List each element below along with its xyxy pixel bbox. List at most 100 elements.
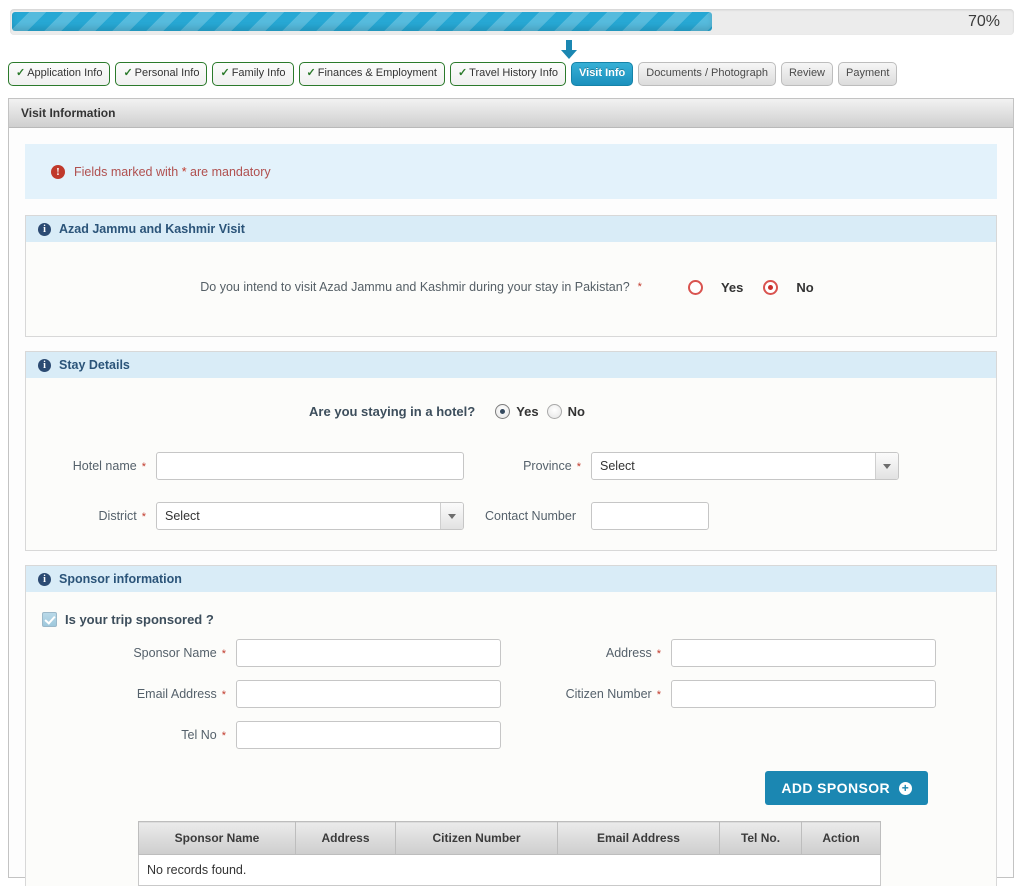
sponsor-address-label: Address *: [511, 646, 671, 660]
mandatory-notice-text: Fields marked with * are mandatory: [74, 165, 271, 179]
no-records-message: No records found.: [138, 854, 881, 886]
ajk-question-row: Do you intend to visit Azad Jammu and Ka…: [26, 252, 996, 322]
sponsor-email-label-text: Email Address: [136, 687, 217, 701]
district-field-cell: Select: [156, 502, 476, 530]
notice-text-after: are mandatory: [190, 164, 271, 179]
ajk-radio-no[interactable]: [763, 279, 779, 295]
ajk-section-title: Azad Jammu and Kashmir Visit: [59, 222, 245, 236]
hotel-question-row: Are you staying in a hotel? Yes No: [26, 388, 996, 434]
plus-circle-icon: +: [899, 781, 912, 795]
sponsor-name-required-mark: *: [221, 648, 226, 660]
step-tab-personal-info[interactable]: ✓ Personal Info: [115, 62, 208, 86]
stay-details-title: Stay Details: [59, 358, 130, 372]
check-icon: ✓: [306, 67, 316, 79]
column-header-action: Action: [801, 821, 881, 855]
step-tab-family-info[interactable]: ✓ Family Info: [212, 62, 294, 86]
province-selected-value: Select: [600, 459, 635, 473]
column-header-address: Address: [295, 821, 396, 855]
sponsor-address-label-text: Address: [605, 646, 652, 660]
step-tab-label: Review: [788, 67, 826, 79]
column-header-email-address: Email Address: [557, 821, 720, 855]
ajk-radio-group: Yes No: [687, 279, 822, 295]
sponsors-table-header-row: Sponsor Name Address Citizen Number Emai…: [138, 821, 881, 855]
stay-details-header: i Stay Details: [26, 352, 996, 378]
ajk-radio-yes[interactable]: [687, 279, 703, 295]
visit-information-panel: Visit Information ! Fields marked with *…: [8, 98, 1014, 886]
sponsor-tel-required-mark: *: [221, 730, 226, 742]
column-header-citizen-number: Citizen Number: [395, 821, 558, 855]
hotel-radio-yes-label: Yes: [516, 403, 539, 419]
sponsor-name-field-cell: [236, 639, 511, 667]
sponsor-citizen-number-label: Citizen Number *: [511, 687, 671, 701]
contact-number-input[interactable]: [591, 502, 709, 530]
district-selected-value: Select: [165, 509, 200, 523]
panel-body: ! Fields marked with * are mandatory i A…: [9, 128, 1013, 886]
add-sponsor-row: ADD SPONSOR +: [26, 749, 996, 805]
hotel-radio-yes[interactable]: [495, 403, 511, 419]
sponsor-name-input[interactable]: [236, 639, 501, 667]
check-icon: ✓: [457, 67, 468, 79]
step-tab-documents-photograph[interactable]: Documents / Photograph: [638, 62, 776, 86]
sponsor-address-field-cell: [671, 639, 946, 667]
sponsor-address-input[interactable]: [671, 639, 936, 667]
sponsor-name-label-text: Sponsor Name: [133, 646, 217, 660]
column-header-tel-no: Tel No.: [719, 821, 802, 855]
sponsor-information-header: i Sponsor information: [26, 566, 996, 592]
chevron-down-icon[interactable]: [875, 453, 898, 479]
sponsor-name-label: Sponsor Name *: [26, 646, 236, 660]
hotel-radio-no[interactable]: [546, 403, 562, 419]
application-progress-bar: 70%: [10, 9, 1014, 35]
notice-asterisk: *: [181, 164, 187, 179]
mandatory-fields-notice: ! Fields marked with * are mandatory: [25, 144, 997, 199]
step-tab-label: Family Info: [231, 67, 286, 79]
district-required-mark: *: [141, 511, 146, 523]
district-select[interactable]: Select: [156, 502, 464, 530]
sponsor-email-input[interactable]: [236, 680, 501, 708]
azad-jammu-kashmir-section: i Azad Jammu and Kashmir Visit Do you in…: [25, 215, 997, 337]
chevron-down-icon[interactable]: [440, 503, 463, 529]
step-tab-review[interactable]: Review: [780, 62, 834, 86]
step-tab-label: Visit Info: [579, 67, 626, 79]
sponsor-email-field-cell: [236, 680, 511, 708]
visit-information-page: 70% ✓ Application Info ✓ Personal Info ✓ Fa…: [0, 0, 1024, 886]
add-sponsor-button-label: ADD SPONSOR: [781, 780, 890, 796]
step-tab-label: Application Info: [27, 67, 103, 79]
step-tab-application-info[interactable]: ✓ Application Info: [8, 62, 111, 86]
stay-details-body: Are you staying in a hotel? Yes No Hotel…: [26, 378, 996, 550]
hotel-name-input[interactable]: [156, 452, 464, 480]
hotel-name-field-cell: [156, 452, 476, 480]
contact-number-field-cell: [591, 502, 911, 530]
hotel-question-label: Are you staying in a hotel?: [309, 403, 476, 419]
sponsor-tel-input[interactable]: [236, 721, 501, 749]
sponsor-citizen-number-input[interactable]: [671, 680, 936, 708]
add-sponsor-button[interactable]: ADD SPONSOR +: [765, 771, 928, 805]
district-label-text: District: [98, 509, 137, 523]
sponsor-citizen-number-field-cell: [671, 680, 946, 708]
step-tab-finances-employment[interactable]: ✓ Finances & Employment: [298, 62, 445, 86]
sponsors-table-wrapper: Sponsor Name Address Citizen Number Emai…: [26, 805, 996, 886]
step-tab-travel-history-info[interactable]: ✓ Travel History Info: [449, 62, 566, 86]
sponsor-information-title: Sponsor information: [59, 572, 182, 586]
column-header-sponsor-name: Sponsor Name: [138, 821, 296, 855]
sponsor-citizen-number-label-text: Citizen Number: [565, 687, 652, 701]
trip-sponsored-label: Is your trip sponsored ?: [65, 612, 214, 627]
ajk-required-mark: *: [637, 281, 642, 293]
wizard-step-tabs: ✓ Application Info ✓ Personal Info ✓ Family…: [8, 62, 898, 86]
sponsor-information-body: Is your trip sponsored ? Sponsor Name * A…: [26, 592, 996, 886]
trip-sponsored-checkbox[interactable]: [42, 612, 57, 627]
step-tab-payment[interactable]: Payment: [838, 62, 898, 86]
sponsor-address-required-mark: *: [656, 648, 661, 660]
contact-number-label-text: Contact Number: [484, 509, 576, 523]
hotel-radio-group: Yes No: [495, 403, 593, 419]
check-icon: ✓: [16, 67, 26, 79]
province-select[interactable]: Select: [591, 452, 899, 480]
page-title: Visit Information: [21, 106, 116, 120]
ajk-section-body: Do you intend to visit Azad Jammu and Ka…: [26, 242, 996, 336]
hotel-name-label: Hotel name *: [26, 459, 156, 473]
step-tab-label: Personal Info: [134, 67, 200, 79]
check-icon: ✓: [220, 67, 230, 79]
panel-header: Visit Information: [9, 99, 1013, 128]
sponsor-email-label: Email Address *: [26, 687, 236, 701]
ajk-radio-yes-label: Yes: [720, 279, 744, 295]
step-tab-visit-info[interactable]: Visit Info: [571, 62, 634, 86]
